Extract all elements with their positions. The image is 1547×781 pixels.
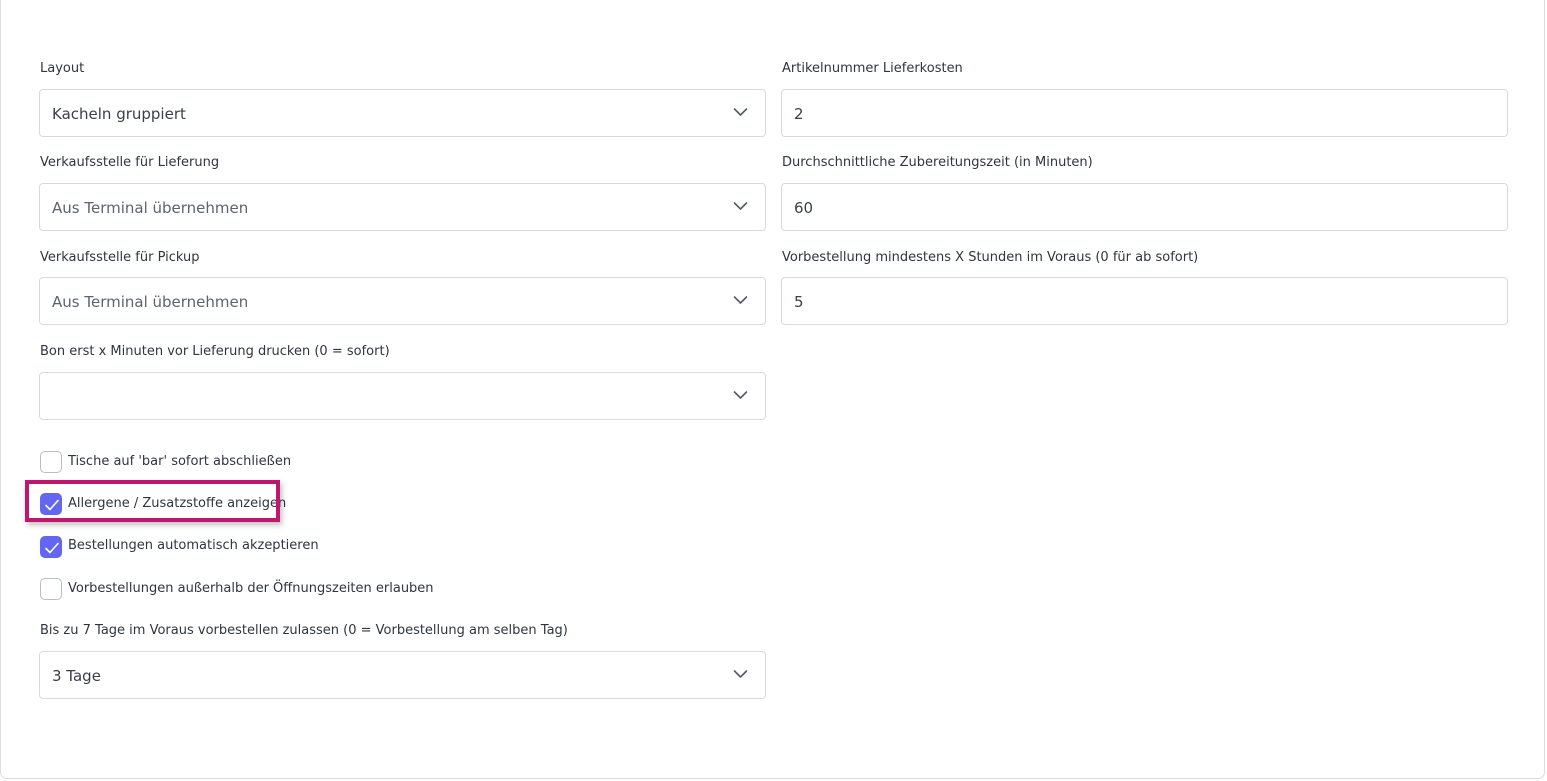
article-delivery-cost-value: 2 bbox=[794, 105, 804, 123]
preorder-days-select[interactable]: 3 Tage bbox=[39, 651, 766, 699]
article-delivery-cost-label: Artikelnummer Lieferkosten bbox=[782, 61, 963, 76]
print-receipt-select[interactable] bbox=[39, 372, 766, 420]
pos-delivery-select-value: Aus Terminal übernehmen bbox=[52, 199, 249, 217]
avg-prep-time-label: Durchschnittliche Zubereitungszeit (in M… bbox=[782, 155, 1093, 170]
print-receipt-label: Bon erst x Minuten vor Lieferung drucken… bbox=[40, 344, 390, 359]
preorder-hours-label: Vorbestellung mindestens X Stunden im Vo… bbox=[782, 250, 1199, 265]
preorder-days-select-value: 3 Tage bbox=[52, 667, 101, 685]
highlight-box bbox=[25, 480, 280, 522]
chevron-down-icon bbox=[733, 296, 748, 304]
layout-label: Layout bbox=[40, 61, 85, 76]
checkbox-preorder-outside-hours[interactable] bbox=[40, 578, 62, 600]
checkbox-auto-accept-orders-label: Bestellungen automatisch akzeptieren bbox=[68, 538, 319, 553]
preorder-hours-input[interactable]: 5 bbox=[781, 277, 1508, 325]
chevron-down-icon bbox=[733, 670, 748, 678]
preorder-hours-value: 5 bbox=[794, 293, 804, 311]
avg-prep-time-value: 60 bbox=[794, 199, 814, 217]
checkmark-icon bbox=[45, 542, 59, 554]
pos-delivery-select[interactable]: Aus Terminal übernehmen bbox=[39, 183, 766, 231]
checkbox-preorder-outside-hours-label: Vorbestellungen außerhalb der Öffnungsze… bbox=[68, 581, 434, 596]
layout-select-value: Kacheln gruppiert bbox=[52, 105, 186, 123]
chevron-down-icon bbox=[733, 108, 748, 116]
pos-delivery-label: Verkaufsstelle für Lieferung bbox=[40, 155, 220, 170]
avg-prep-time-input[interactable]: 60 bbox=[781, 183, 1508, 231]
chevron-down-icon bbox=[733, 391, 748, 399]
pos-pickup-select-value: Aus Terminal übernehmen bbox=[52, 293, 249, 311]
checkbox-auto-accept-orders[interactable] bbox=[40, 536, 62, 558]
preorder-days-label: Bis zu 7 Tage im Voraus vorbestellen zul… bbox=[40, 623, 568, 638]
article-delivery-cost-input[interactable]: 2 bbox=[781, 89, 1508, 137]
pos-pickup-select[interactable]: Aus Terminal übernehmen bbox=[39, 277, 766, 325]
pos-pickup-label: Verkaufsstelle für Pickup bbox=[40, 250, 200, 265]
checkbox-close-tables-bar[interactable] bbox=[40, 451, 62, 473]
checkbox-close-tables-bar-label: Tische auf 'bar' sofort abschließen bbox=[68, 454, 292, 469]
layout-select[interactable]: Kacheln gruppiert bbox=[39, 89, 766, 137]
chevron-down-icon bbox=[733, 202, 748, 210]
